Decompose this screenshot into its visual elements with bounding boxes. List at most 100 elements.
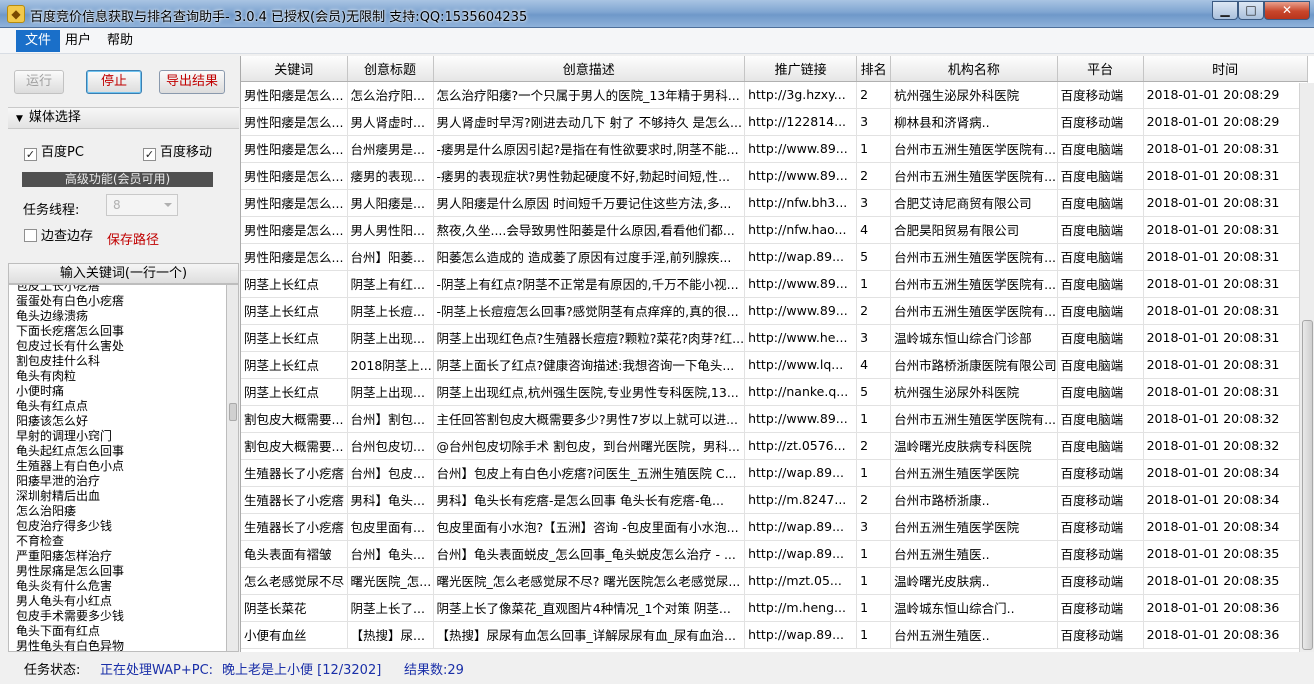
- keyword-line: 小便时痛: [16, 384, 65, 398]
- maximize-icon: □: [1245, 3, 1257, 17]
- col-organization-header[interactable]: 机构名称: [890, 56, 1058, 82]
- col-time-cell: 2018-01-01 20:08:31: [1143, 216, 1308, 244]
- media-section-title: 媒体选择: [28, 110, 81, 125]
- threads-label: 任务线程:: [23, 203, 80, 218]
- edge-save-checkbox[interactable]: 边查边存: [24, 229, 93, 245]
- col-ad-description-cell: 阳萎怎么造成的 造成萎了原因有过度手淫,前列腺疾...: [433, 243, 746, 271]
- chevron-down-icon: [164, 203, 172, 207]
- col-ad-description-header[interactable]: 创意描述: [433, 56, 746, 82]
- keywords-scrollbar[interactable]: [227, 284, 239, 652]
- baidu-mobile-checkbox[interactable]: ✓ 百度移动: [143, 145, 212, 161]
- col-ad-description-cell: -痿男是什么原因引起?是指在有性欲要求时,阴茎不能...: [433, 135, 746, 163]
- col-keyword-cell: 生殖器长了小疙瘩: [241, 486, 348, 514]
- col-keyword-header[interactable]: 关键词: [241, 56, 348, 82]
- maximize-button[interactable]: □: [1238, 1, 1264, 20]
- col-rank-cell: 2: [856, 162, 892, 190]
- status-current-keyword: 晚上老是上小便 [12/3202]: [222, 663, 382, 678]
- col-platform-cell: 百度电脑端: [1057, 135, 1144, 163]
- table-row[interactable]: 男性阳痿是怎么... 台州】阳萎... 阳萎怎么造成的 造成萎了原因有过度手淫,前列…: [241, 243, 1308, 271]
- run-button[interactable]: 运行: [14, 70, 64, 94]
- col-time-cell: 2018-01-01 20:08:29: [1143, 108, 1308, 136]
- col-organization-cell: 台州市路桥浙康..: [890, 486, 1058, 514]
- threads-select[interactable]: 8: [106, 194, 178, 216]
- col-organization-cell: 合肥艾诗尼商贸有限公司: [890, 189, 1058, 217]
- col-ad-title-cell: 台州】阳萎...: [347, 243, 434, 271]
- col-promo-link-header[interactable]: 推广链接: [744, 56, 858, 82]
- stop-button[interactable]: 停止: [86, 70, 142, 94]
- table-row[interactable]: 男性阳痿是怎么... 男人肾虚时... 男人肾虚时早泻?刚进去动几下 射了 不够持久…: [241, 108, 1308, 136]
- col-rank-cell: 2: [856, 297, 892, 325]
- menu-help[interactable]: 帮助: [98, 30, 142, 52]
- table-row[interactable]: 男性阳痿是怎么... 台州痿男是... -痿男是什么原因引起?是指在有性欲要求时,阴…: [241, 135, 1308, 163]
- col-organization-cell: 台州市五洲生殖医学医院有...: [890, 135, 1058, 163]
- col-promo-link-cell: http://www.he...: [744, 324, 858, 352]
- col-organization-cell: 台州市五洲生殖医学医院有...: [890, 243, 1058, 271]
- table-row[interactable]: 阴茎上长红点 阴茎上有红... -阴茎上有红点?阴茎不正常是有原因的,千万不能小视.…: [241, 270, 1308, 298]
- results-grid: 关键词 创意标题 创意描述 推广链接 排名 机构名称 平台 时间 男性阳痿是怎么... 怎么治疗…: [240, 56, 1314, 652]
- col-organization-cell: 台州市五洲生殖医学医院有...: [890, 297, 1058, 325]
- col-promo-link-cell: http://www.89...: [744, 162, 858, 190]
- menu-file[interactable]: 文件: [16, 30, 61, 52]
- col-organization-cell: 杭州强生泌尿外科医院: [890, 378, 1058, 406]
- export-button[interactable]: 导出结果: [159, 70, 225, 94]
- col-ad-title-cell: 台州痿男是...: [347, 135, 434, 163]
- media-section-header[interactable]: ▼ 媒体选择: [8, 107, 239, 129]
- table-row[interactable]: 阴茎上长红点 2018阴茎上... 阴茎上面长了红点?健康咨询描述:我想咨询一下龟头…: [241, 351, 1308, 379]
- col-organization-cell: 台州五洲生殖医..: [890, 621, 1058, 649]
- col-organization-cell: 台州市五洲生殖医学医院有...: [890, 405, 1058, 433]
- keywords-scroll-thumb[interactable]: [229, 403, 237, 421]
- table-row[interactable]: 龟头表面有褶皱 台州】龟头... 台州】龟头表面蜕皮_怎么回事_龟头蜕皮怎么治疗 -…: [241, 540, 1308, 568]
- col-rank-cell: 1: [856, 540, 892, 568]
- table-row[interactable]: 小便有血丝 【热搜】尿... 【热搜】尿尿有血怎么回事_详解尿尿有血_尿有血治...…: [241, 621, 1308, 649]
- col-rank-header[interactable]: 排名: [856, 56, 892, 82]
- col-keyword-cell: 阴茎上长红点: [241, 297, 348, 325]
- checkmark-icon: ✓: [24, 148, 37, 161]
- col-time-cell: 2018-01-01 20:08:34: [1143, 486, 1308, 514]
- col-platform-cell: 百度电脑端: [1057, 216, 1144, 244]
- table-row[interactable]: 阴茎上长红点 阴茎上长痘... -阴茎上长痘痘怎么回事?感觉阴茎有点痒痒的,真的很.…: [241, 297, 1308, 325]
- col-promo-link-cell: http://wap.89...: [744, 459, 858, 487]
- col-promo-link-cell: http://wap.89...: [744, 621, 858, 649]
- table-row[interactable]: 男性阳痿是怎么... 男人阳痿是... 男人阳痿是什么原因 时间短千万要记住这些方法…: [241, 189, 1308, 217]
- close-button[interactable]: ✕: [1264, 1, 1310, 20]
- col-platform-header[interactable]: 平台: [1057, 56, 1144, 82]
- results-table: 关键词 创意标题 创意描述 推广链接 排名 机构名称 平台 时间 男性阳痿是怎么... 怎么治疗…: [241, 56, 1308, 649]
- menu-user[interactable]: 用户: [56, 30, 100, 52]
- table-row[interactable]: 怎么老感觉尿不尽 曙光医院_怎... 曙光医院_怎么老感觉尿不尽? 曙光医院怎么老感…: [241, 567, 1308, 595]
- col-platform-cell: 百度电脑端: [1057, 324, 1144, 352]
- baidu-pc-checkbox[interactable]: ✓ 百度PC: [24, 145, 84, 161]
- col-ad-description-cell: 阴茎上面长了红点?健康咨询描述:我想咨询一下龟头...: [433, 351, 746, 379]
- col-ad-title-cell: 男人男性阳...: [347, 216, 434, 244]
- col-keyword-cell: 龟头表面有褶皱: [241, 540, 348, 568]
- col-ad-title-header[interactable]: 创意标题: [347, 56, 434, 82]
- status-label: 任务状态:: [24, 663, 81, 678]
- col-rank-cell: 2: [856, 432, 892, 460]
- table-row[interactable]: 割包皮大概需要... 台州包皮切... @台州包皮切除手术 割包皮，到台州曙光医院，…: [241, 432, 1308, 460]
- col-promo-link-cell: http://mzt.05...: [744, 567, 858, 595]
- save-path-link[interactable]: 保存路径: [107, 229, 159, 248]
- status-bar: 任务状态: 正在处理WAP+PC: 晚上老是上小便 [12/3202] 结果数:…: [0, 654, 1314, 684]
- col-platform-cell: 百度电脑端: [1057, 378, 1144, 406]
- grid-scrollbar[interactable]: [1299, 83, 1314, 652]
- col-ad-title-cell: 男科】龟头...: [347, 486, 434, 514]
- col-keyword-cell: 小便有血丝: [241, 621, 348, 649]
- table-row[interactable]: 男性阳痿是怎么... 男人男性阳... 熬夜,久坐....会导致男性阳萎是什么原因,…: [241, 216, 1308, 244]
- table-row[interactable]: 生殖器长了小疙瘩 男科】龟头... 男科】龟头长有疙瘩-是怎么回事 龟头长有疙瘩-龟…: [241, 486, 1308, 514]
- table-row[interactable]: 阴茎长菜花 阴茎上长了... 阴茎上长了像菜花_直观图片4种情况_1个对策 阴茎..…: [241, 594, 1308, 622]
- table-row[interactable]: 男性阳痿是怎么... 痿男的表现... -痿男的表现症状?男性勃起硬度不好,勃起时间…: [241, 162, 1308, 190]
- table-row[interactable]: 男性阳痿是怎么... 怎么治疗阳... 怎么治疗阳痿?一个只属于男人的医院_13年精…: [241, 81, 1308, 109]
- table-row[interactable]: 阴茎上长红点 阴茎上出现... 阴茎上出现红点,杭州强生医院,专业男性专科医院,13…: [241, 378, 1308, 406]
- keyword-line: 男人龟头有小红点: [16, 594, 113, 608]
- table-row[interactable]: 阴茎上长红点 阴茎上出现... 阴茎上出现红色点?生殖器长痘痘?颗粒?菜花?肉芽?红…: [241, 324, 1308, 352]
- col-promo-link-cell: http://www.89...: [744, 297, 858, 325]
- grid-scroll-thumb[interactable]: [1302, 320, 1313, 650]
- minimize-button[interactable]: ▁: [1212, 1, 1238, 20]
- keywords-textarea[interactable]: 包皮上长小疙瘩 蛋蛋处有白色小疙瘩 龟头边缘溃疡 下面长疙瘩怎么回事 包皮过长有什么害处…: [8, 284, 227, 652]
- col-ad-description-cell: 【热搜】尿尿有血怎么回事_详解尿尿有血_尿有血治...: [433, 621, 746, 649]
- table-row[interactable]: 割包皮大概需要... 台州】割包... 主任回答割包皮大概需要多少?男性7岁以上就可…: [241, 405, 1308, 433]
- table-row[interactable]: 生殖器长了小疙瘩 台州】包皮... 台州】包皮上有白色小疙瘩?问医生_五洲生殖医院 …: [241, 459, 1308, 487]
- table-row[interactable]: 生殖器长了小疙瘩 包皮里面有... 包皮里面有小水泡?【五洲】咨询 -包皮里面有小水…: [241, 513, 1308, 541]
- col-time-header[interactable]: 时间: [1143, 56, 1308, 82]
- col-organization-cell: 台州市五洲生殖医学医院有...: [890, 162, 1058, 190]
- keyword-line: 不育检查: [16, 534, 65, 548]
